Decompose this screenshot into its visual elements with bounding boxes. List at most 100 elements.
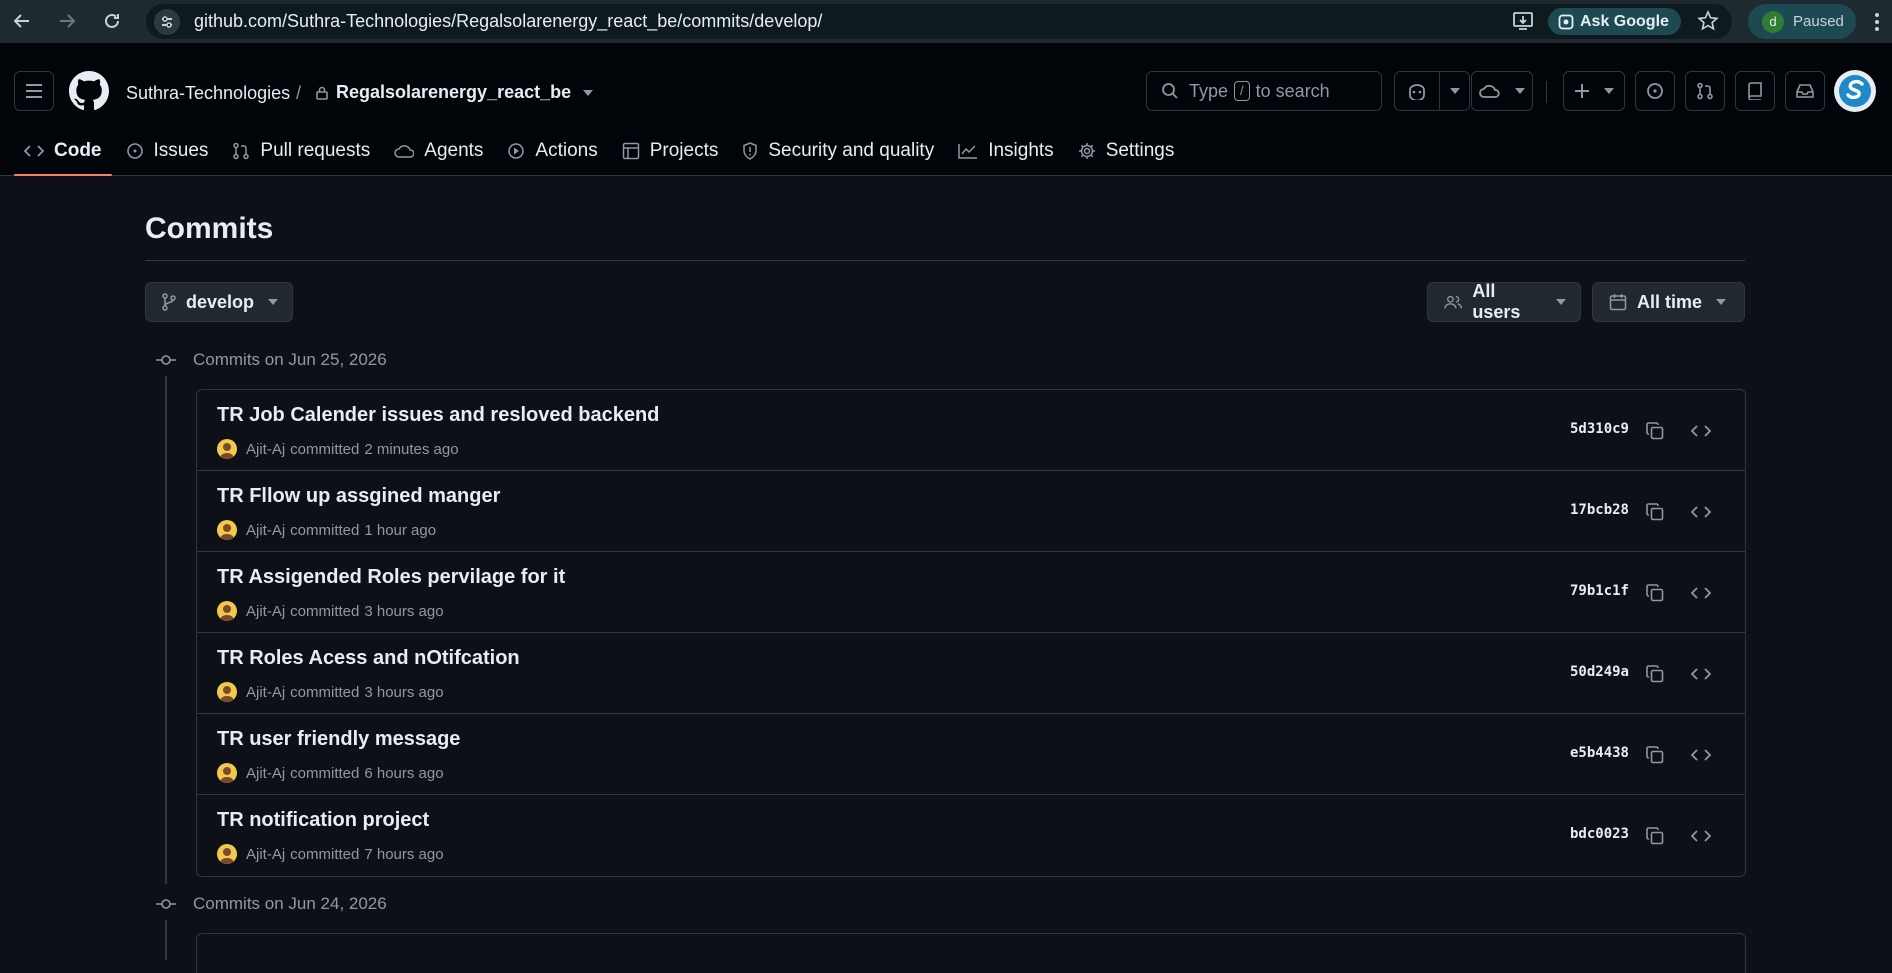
browse-code-icon[interactable] xyxy=(1689,581,1713,605)
timeline-line xyxy=(165,376,167,884)
bookmark-star-icon[interactable] xyxy=(1697,10,1719,32)
author-name[interactable]: Ajit-Aj xyxy=(246,441,285,458)
author-name[interactable]: Ajit-Aj xyxy=(246,684,285,701)
tab-label: Security and quality xyxy=(768,140,935,161)
reload-icon[interactable] xyxy=(98,7,126,35)
browse-code-icon[interactable] xyxy=(1689,419,1713,443)
author-name[interactable]: Ajit-Aj xyxy=(246,765,285,782)
copy-icon[interactable] xyxy=(1643,662,1667,686)
user-avatar[interactable] xyxy=(1834,70,1876,112)
gear-icon xyxy=(1078,143,1095,159)
url-text[interactable]: github.com/Suthra-Technologies/Regalsola… xyxy=(194,11,822,32)
commit-message-link[interactable]: TR user friendly message xyxy=(217,728,460,751)
search-input[interactable]: Type / to search xyxy=(1146,71,1382,111)
browse-code-icon[interactable] xyxy=(1689,500,1713,524)
tab-pull-requests[interactable]: Pull requests xyxy=(220,126,382,176)
commit-message-link[interactable]: TR Job Calender issues and resloved back… xyxy=(217,404,659,427)
commit-sha-link[interactable]: 79b1c1f xyxy=(1570,583,1629,599)
profile-avatar: d xyxy=(1762,10,1784,33)
branch-select-button[interactable]: develop xyxy=(145,282,294,322)
agent-icon xyxy=(394,145,415,158)
address-bar[interactable]: github.com/Suthra-Technologies/Regalsola… xyxy=(146,4,1732,39)
tab-projects[interactable]: Projects xyxy=(610,126,731,176)
create-dropdown-icon[interactable] xyxy=(1604,88,1614,94)
ask-google-label: Ask Google xyxy=(1580,12,1669,30)
tab-insights[interactable]: Insights xyxy=(946,126,1065,176)
browse-code-icon[interactable] xyxy=(1689,743,1713,767)
tab-settings[interactable]: Settings xyxy=(1066,126,1187,176)
commit-time: 2 minutes ago xyxy=(364,440,459,458)
commit-group-date: Commits on Jun 24, 2026 xyxy=(193,894,387,913)
back-icon[interactable] xyxy=(8,7,36,35)
copy-icon[interactable] xyxy=(1643,419,1667,443)
tab-code[interactable]: Code xyxy=(12,126,114,176)
title-divider xyxy=(145,260,1745,261)
commit-sha-link[interactable]: e5b4438 xyxy=(1570,745,1629,761)
org-logo-icon xyxy=(1839,75,1871,107)
copilot-button[interactable] xyxy=(1394,71,1470,111)
copy-icon[interactable] xyxy=(1643,581,1667,605)
repo-name-link[interactable]: Regalsolarenergy_react_be xyxy=(316,82,594,103)
commit-action: committed xyxy=(290,683,360,701)
author-avatar[interactable] xyxy=(217,844,237,864)
commit-group-heading: Commits on Jun 24, 2026 xyxy=(155,894,387,914)
profile-status: Paused xyxy=(1793,13,1844,30)
author-avatar[interactable] xyxy=(217,682,237,702)
cloud-dropdown-icon[interactable] xyxy=(1515,88,1525,94)
copy-icon[interactable] xyxy=(1643,743,1667,767)
inbox-icon[interactable] xyxy=(1785,71,1825,111)
github-logo-icon[interactable] xyxy=(69,71,109,111)
repo-name: Regalsolarenergy_react_be xyxy=(336,82,572,102)
forward-icon[interactable] xyxy=(53,7,81,35)
author-name[interactable]: Ajit-Aj xyxy=(246,522,285,539)
commit-message-link[interactable]: TR notification project xyxy=(217,809,429,832)
tab-issues[interactable]: Issues xyxy=(114,126,221,176)
repo-owner-link[interactable]: Suthra-Technologies xyxy=(126,83,290,104)
tab-security[interactable]: Security and quality xyxy=(730,126,946,176)
repo-header: Suthra-Technologies / Regalsolarenergy_r… xyxy=(0,43,1892,176)
install-app-icon[interactable] xyxy=(1512,10,1534,32)
commit-message-link[interactable]: TR Fllow up assgined manger xyxy=(217,485,500,508)
tab-label: Pull requests xyxy=(260,140,371,161)
author-avatar[interactable] xyxy=(217,601,237,621)
commit-sha-link[interactable]: bdc0023 xyxy=(1570,826,1629,842)
copy-icon[interactable] xyxy=(1643,824,1667,848)
commit-action: committed xyxy=(290,521,360,539)
hamburger-menu-icon[interactable] xyxy=(14,71,54,111)
browse-code-icon[interactable] xyxy=(1689,824,1713,848)
tab-label: Issues xyxy=(153,140,209,161)
author-avatar[interactable] xyxy=(217,763,237,783)
timeline-line xyxy=(165,920,167,960)
repo-dropdown-icon[interactable] xyxy=(583,89,594,96)
author-name[interactable]: Ajit-Aj xyxy=(246,603,285,620)
tab-agents[interactable]: Agents xyxy=(382,126,495,176)
profile-button[interactable]: d Paused xyxy=(1748,4,1856,39)
repositories-icon[interactable] xyxy=(1735,71,1775,111)
ask-google-button[interactable]: Ask Google xyxy=(1548,8,1681,35)
commit-row: TR Job Calender issues and resloved back… xyxy=(197,390,1745,471)
tab-actions[interactable]: Actions xyxy=(495,126,609,176)
copy-icon[interactable] xyxy=(1643,500,1667,524)
copilot-dropdown-icon[interactable] xyxy=(1450,88,1460,94)
commit-message-link[interactable]: TR Roles Acess and nOtifcation xyxy=(217,647,520,670)
create-new-button[interactable] xyxy=(1563,71,1625,111)
users-filter-button[interactable]: All users xyxy=(1427,281,1581,322)
commit-sha-link[interactable]: 5d310c9 xyxy=(1570,421,1629,437)
commit-sha-link[interactable]: 50d249a xyxy=(1570,664,1629,680)
commit-sha-link[interactable]: 17bcb28 xyxy=(1570,502,1629,518)
time-filter-button[interactable]: All time xyxy=(1592,282,1745,322)
commit-message-link[interactable]: TR Assigended Roles pervilage for it xyxy=(217,566,565,589)
issues-shortcut-icon[interactable] xyxy=(1635,71,1675,111)
cloud-button[interactable] xyxy=(1471,71,1533,111)
author-avatar[interactable] xyxy=(217,520,237,540)
commit-meta: Ajit-Aj committed 1 hour ago xyxy=(217,520,436,540)
author-name[interactable]: Ajit-Aj xyxy=(246,846,285,863)
author-avatar[interactable] xyxy=(217,439,237,459)
path-separator: / xyxy=(296,83,302,103)
site-info-icon[interactable] xyxy=(154,8,180,35)
browse-code-icon[interactable] xyxy=(1689,662,1713,686)
commit-meta: Ajit-Aj committed 6 hours ago xyxy=(217,763,444,783)
commit-time: 6 hours ago xyxy=(364,764,444,782)
pull-requests-shortcut-icon[interactable] xyxy=(1685,71,1725,111)
browser-menu-icon[interactable] xyxy=(1874,12,1880,32)
